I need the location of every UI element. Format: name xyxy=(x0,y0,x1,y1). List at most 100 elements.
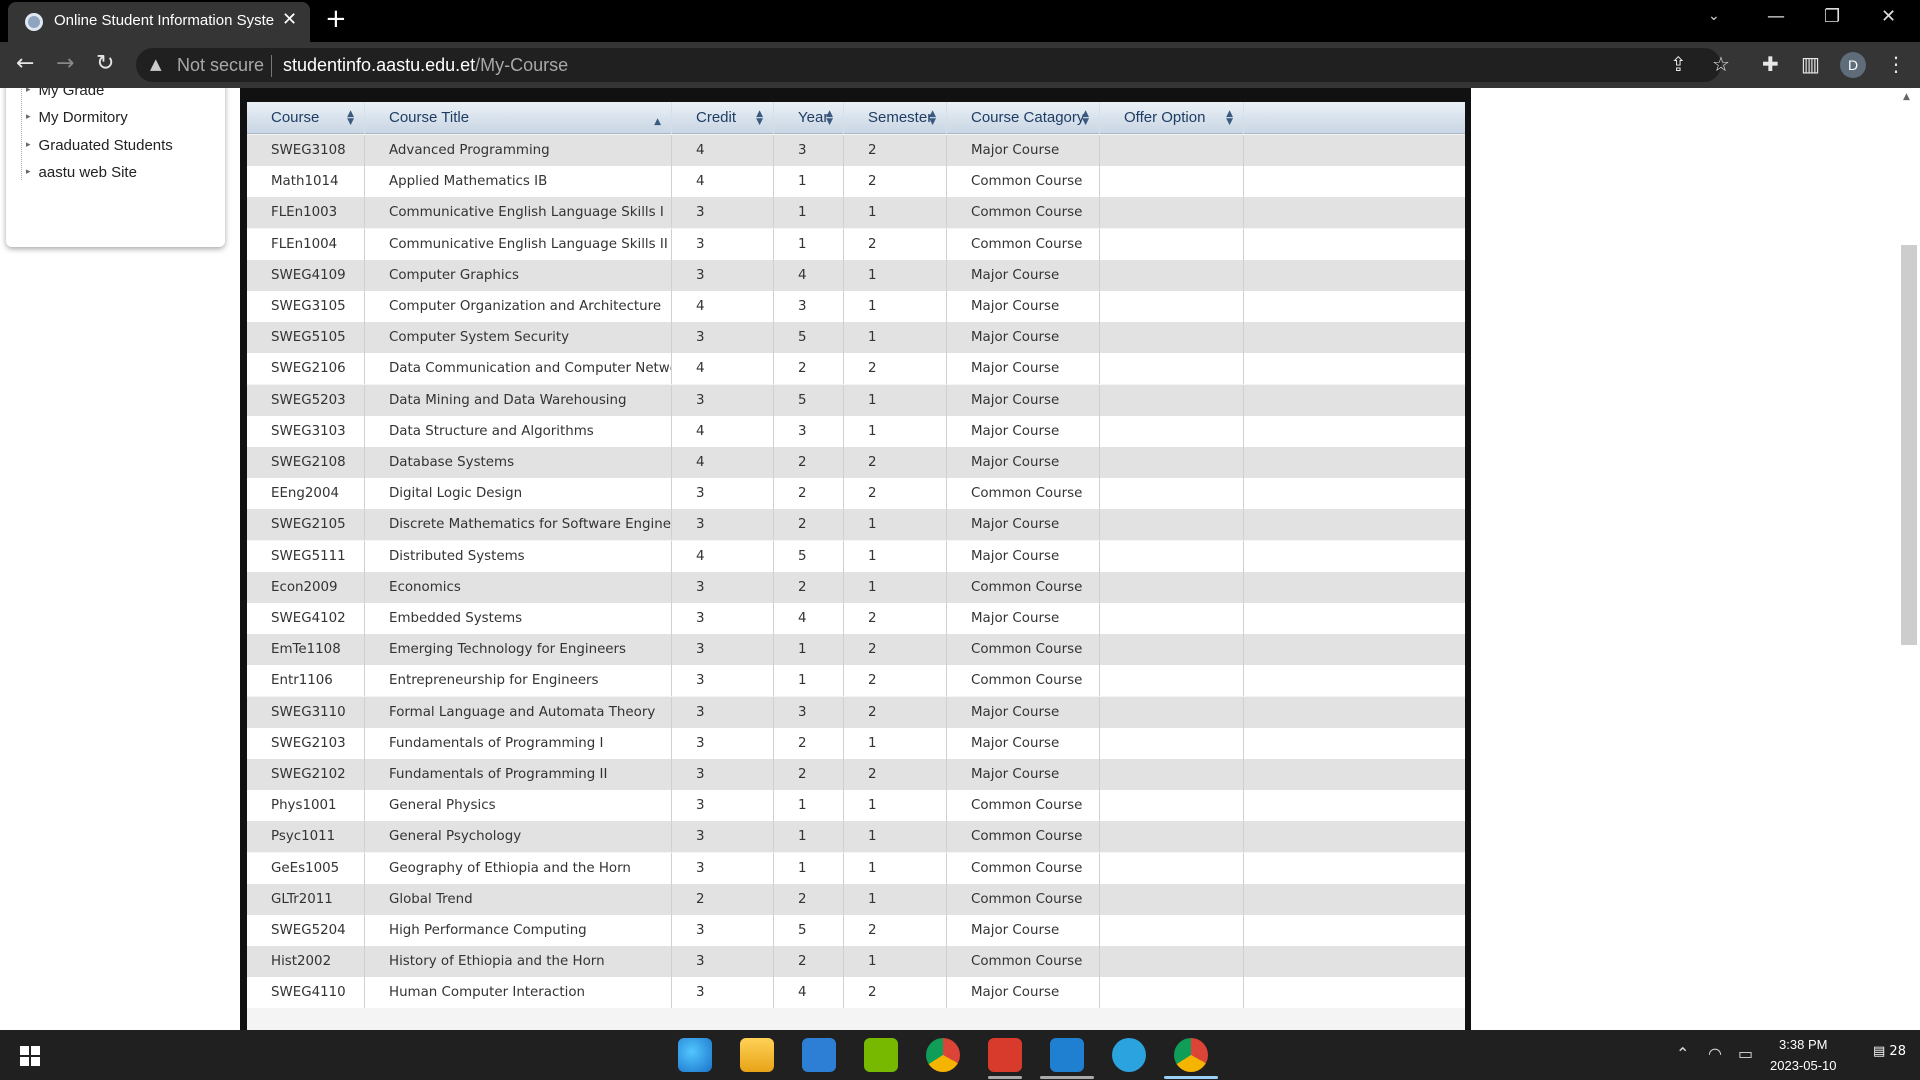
table-row[interactable]: SWEG3103 Data Structure and Algorithms 4 3 1… xyxy=(247,415,1465,447)
not-secure-label[interactable]: Not secure xyxy=(177,55,264,76)
notification-center-icon[interactable]: ▤ 28 xyxy=(1873,1044,1906,1059)
table-row[interactable]: Phys1001 General Physics 3 1 1 Common Course xyxy=(247,790,1465,822)
sort-icon[interactable]: ▲ ▼ xyxy=(347,110,354,127)
table-row[interactable]: FLEn1004 Communicative English Language S… xyxy=(247,228,1465,260)
new-tab-icon[interactable]: + xyxy=(325,4,347,34)
minimize-icon[interactable]: — xyxy=(1767,6,1785,27)
cell-year: 3 xyxy=(774,291,844,322)
edge-icon[interactable] xyxy=(678,1038,712,1072)
wifi-icon[interactable]: ◠ xyxy=(1708,1044,1722,1063)
cell-semester: 1 xyxy=(844,415,947,447)
cell-course-title: Distributed Systems xyxy=(365,540,672,572)
avatar[interactable]: D xyxy=(1840,52,1866,78)
cell-year: 1 xyxy=(774,852,844,884)
table-row[interactable]: Econ2009 Economics 3 2 1 Common Course xyxy=(247,571,1465,603)
close-window-icon[interactable]: ✕ xyxy=(1881,6,1896,27)
show-hidden-icons-icon[interactable]: ⌃ xyxy=(1676,1044,1689,1063)
table-row[interactable]: SWEG4109 Computer Graphics 3 4 1 Major Course xyxy=(247,259,1465,291)
star-icon[interactable]: ☆ xyxy=(1712,52,1730,76)
warning-icon[interactable]: ▲ xyxy=(150,55,162,73)
table-row[interactable]: Math1014 Applied Mathematics IB 4 1 2 Common … xyxy=(247,166,1465,198)
sidebar-item-graduated-students[interactable]: ▸ Graduated Students xyxy=(26,137,173,154)
chrome-icon[interactable] xyxy=(926,1038,960,1072)
table-row[interactable]: EEng2004 Digital Logic Design 3 2 2 Common Co… xyxy=(247,478,1465,510)
cell-offer-option xyxy=(1100,634,1244,666)
windows-start-icon[interactable] xyxy=(20,1046,40,1066)
table-row[interactable]: SWEG2106 Data Communication and Computer … xyxy=(247,353,1465,385)
table-row[interactable]: Psyc1011 General Psychology 3 1 1 Common Cour… xyxy=(247,821,1465,853)
sort-icon[interactable]: ▲ ▼ xyxy=(826,110,833,127)
cell-course: SWEG2108 xyxy=(247,447,365,478)
chrome-active-icon[interactable] xyxy=(1174,1038,1208,1072)
sort-icon[interactable]: ▲ ▼ xyxy=(1226,110,1233,127)
table-row[interactable]: SWEG3108 Advanced Programming 4 3 2 Major Cou… xyxy=(247,135,1465,166)
cell-course-category: Major Course xyxy=(947,759,1100,790)
cell-semester: 1 xyxy=(844,727,947,759)
column-header-semester[interactable]: Semester ▲ ▼ xyxy=(844,102,947,134)
table-row[interactable]: Entr1106 Entrepreneurship for Engineers 3 1… xyxy=(247,665,1465,697)
battery-icon[interactable]: ▭ xyxy=(1738,1044,1753,1063)
back-arrow-icon[interactable]: ← xyxy=(16,51,34,76)
clock[interactable]: 3:38 PM 2023-05-10 xyxy=(1770,1034,1837,1076)
share-icon[interactable]: ⇪ xyxy=(1670,52,1687,76)
cell-offer-option xyxy=(1100,197,1244,229)
table-row[interactable]: SWEG3110 Formal Language and Automata The… xyxy=(247,696,1465,728)
table-row[interactable]: SWEG5204 High Performance Computing 3 5 2 Maj… xyxy=(247,915,1465,946)
table-row[interactable]: SWEG2102 Fundamentals of Programming II 3 2… xyxy=(247,759,1465,790)
table-row[interactable]: SWEG2103 Fundamentals of Programming I321… xyxy=(247,727,1465,759)
scrollbar-thumb[interactable] xyxy=(1901,245,1917,645)
table-row[interactable]: GeEs1005 Geography of Ethiopia and the Ho… xyxy=(247,852,1465,884)
column-header-course-category[interactable]: Course Catagory ▲ ▼ xyxy=(947,102,1100,134)
cell-year: 2 xyxy=(774,759,844,790)
table-row[interactable]: SWEG5111 Distributed Systems 4 5 1 Major Cour… xyxy=(247,540,1465,572)
clock-date: 2023-05-10 xyxy=(1770,1058,1837,1073)
sort-icon[interactable]: ▲ ▼ xyxy=(929,110,936,127)
restore-icon[interactable]: ❐ xyxy=(1824,6,1840,27)
kebab-menu-icon[interactable]: ⋮ xyxy=(1886,52,1906,76)
nvidia-icon[interactable] xyxy=(864,1038,898,1072)
table-row[interactable]: GLTr2011 Global Trend 2 2 1 Common Course xyxy=(247,883,1465,915)
file-explorer-icon[interactable] xyxy=(740,1038,774,1072)
vscode-icon[interactable] xyxy=(1050,1038,1084,1072)
cell-offer-option xyxy=(1100,353,1244,385)
mail-icon[interactable] xyxy=(802,1038,836,1072)
column-header-year[interactable]: Year ▲ ▼ xyxy=(774,102,844,134)
telegram-icon[interactable] xyxy=(1112,1038,1146,1072)
puzzle-icon[interactable]: ✚ xyxy=(1762,52,1779,76)
table-row[interactable]: SWEG3105 Computer Organization and Archit… xyxy=(247,291,1465,322)
tab-search-icon[interactable]: ⌄ xyxy=(1708,8,1720,24)
sidebar-item-aastu-web-site[interactable]: ▸ aastu web Site xyxy=(26,164,137,181)
column-header-offer-option[interactable]: Offer Option ▲ ▼ xyxy=(1100,102,1244,134)
sort-ascending-icon[interactable]: ▲ xyxy=(654,110,661,127)
forward-arrow-icon[interactable]: → xyxy=(56,51,74,76)
cell-year: 5 xyxy=(774,915,844,946)
cell-course-category: Major Course xyxy=(947,259,1100,291)
sort-icon[interactable]: ▲ ▼ xyxy=(756,110,763,127)
wps-office-icon[interactable] xyxy=(988,1038,1022,1072)
column-header-credit[interactable]: Credit ▲ ▼ xyxy=(672,102,774,134)
cell-semester: 1 xyxy=(844,821,947,853)
browser-tab[interactable]: Online Student Information Syste ✕ xyxy=(8,2,310,42)
column-header-course[interactable]: Course ▲ ▼ xyxy=(247,102,365,134)
reload-icon[interactable]: ↻ xyxy=(96,51,114,76)
table-row[interactable]: FLEn1003 Communicative English Language S… xyxy=(247,197,1465,229)
table-row[interactable]: Hist2002 History of Ethiopia and the Horn… xyxy=(247,946,1465,978)
table-row[interactable]: EmTe1108 Emerging Technology for Engineer… xyxy=(247,634,1465,666)
url-text[interactable]: studentinfo.aastu.edu.et/My-Course xyxy=(283,55,568,76)
sidebar-item-my-grade[interactable]: ▸ My Grade xyxy=(26,88,104,99)
table-row[interactable]: SWEG2105 Discrete Mathematics for Softwar… xyxy=(247,509,1465,541)
table-row[interactable]: SWEG4102 Embedded Systems 3 4 2 Major Course xyxy=(247,603,1465,634)
table-row[interactable]: SWEG2108 Database Systems 4 2 2 Major Course xyxy=(247,447,1465,478)
column-header-course-title[interactable]: Course Title ▲ xyxy=(365,102,672,134)
tree-bullet-icon: ▸ xyxy=(26,88,31,94)
table-row[interactable]: SWEG5203 Data Mining and Data Warehousing… xyxy=(247,384,1465,416)
sort-icon[interactable]: ▲ ▼ xyxy=(1082,110,1089,127)
sidebar-item-my-dormitory[interactable]: ▸ My Dormitory xyxy=(26,109,128,126)
cell-semester: 1 xyxy=(844,509,947,541)
cell-year: 2 xyxy=(774,946,844,978)
scroll-up-icon[interactable]: ▲ xyxy=(1903,92,1910,102)
table-row[interactable]: SWEG5105 Computer System Security 3 5 1 Major… xyxy=(247,322,1465,354)
close-tab-icon[interactable]: ✕ xyxy=(282,9,297,30)
table-row[interactable]: SWEG4110 Human Computer Interaction 3 4 2 Maj… xyxy=(247,977,1465,1009)
side-panel-icon[interactable]: ▥ xyxy=(1801,52,1820,76)
